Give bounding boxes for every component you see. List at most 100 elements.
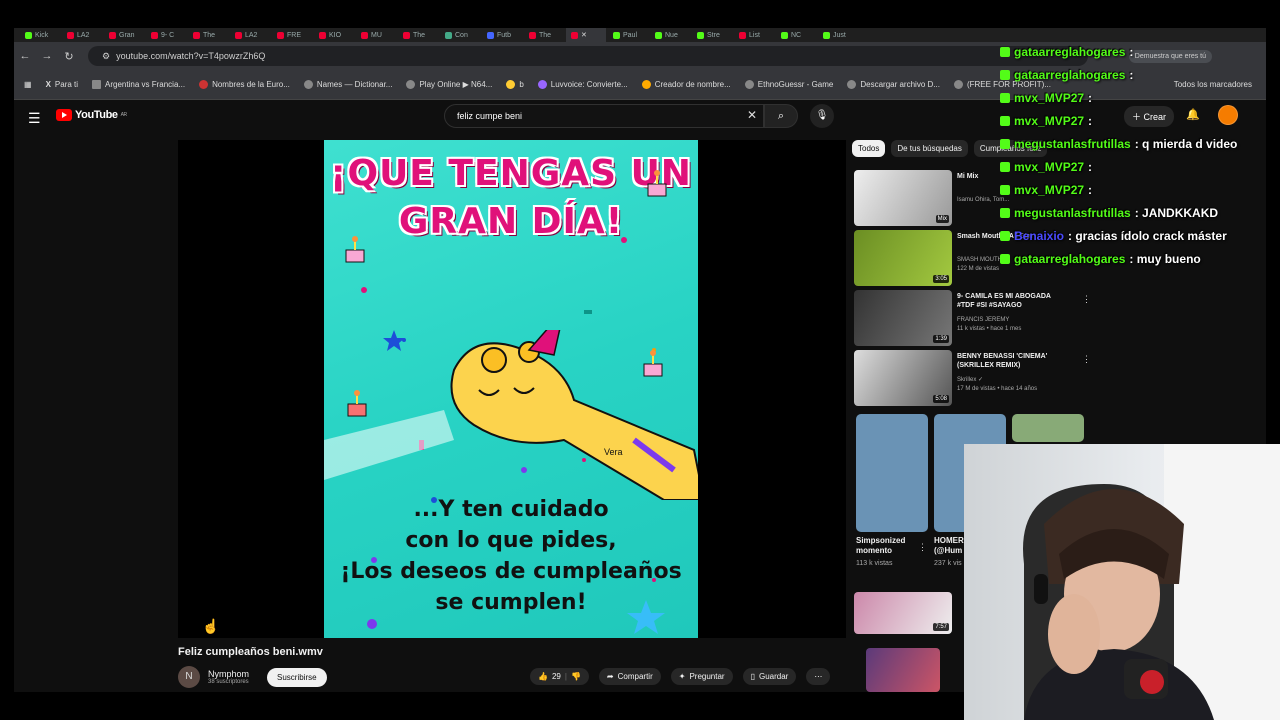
browser-tab[interactable]: Gran bbox=[104, 28, 144, 42]
more-options-icon[interactable]: ⋮ bbox=[1082, 354, 1091, 365]
thumbs-down-icon[interactable]: 👎 bbox=[571, 672, 581, 681]
browser-tab[interactable]: NC bbox=[776, 28, 816, 42]
search-button[interactable]: ⌕ bbox=[764, 104, 798, 128]
url-field[interactable]: ⚙ youtube.com/watch?v=T4powzrZh6Q bbox=[88, 46, 1088, 66]
kick-badge-icon bbox=[1000, 69, 1010, 80]
forward-icon[interactable]: → bbox=[36, 50, 58, 62]
stream-chat-overlay: gataarreglahogares: gataarreglahogares: … bbox=[1000, 40, 1280, 270]
url-text: youtube.com/watch?v=T4powzrZh6Q bbox=[116, 51, 266, 61]
browser-tab[interactable]: LA2 bbox=[230, 28, 270, 42]
reload-icon[interactable]: ↻ bbox=[58, 50, 80, 63]
video-thumbnail: 1:39 bbox=[854, 290, 952, 346]
bookmark[interactable]: Play Online ▶ N64... bbox=[406, 80, 492, 89]
browser-tab[interactable]: LA2 bbox=[62, 28, 102, 42]
chat-message: gataarreglahogares: bbox=[1000, 40, 1280, 63]
bookmark[interactable]: Luvvoice: Convierte... bbox=[537, 80, 628, 89]
kick-badge-icon bbox=[1000, 46, 1010, 57]
chat-message: mvx_MVP27: bbox=[1000, 109, 1280, 132]
webcam-overlay bbox=[964, 444, 1280, 720]
bookmark[interactable]: EthnoGuessr - Game bbox=[744, 80, 833, 89]
youtube-play-icon bbox=[56, 109, 72, 121]
short-title[interactable]: Simpsonized momento bbox=[856, 536, 916, 556]
mic-icon[interactable]: 🎙 bbox=[810, 104, 834, 128]
youtube-logo[interactable]: YouTube AR bbox=[56, 109, 127, 121]
browser-tab[interactable]: Stre bbox=[692, 28, 732, 42]
kick-badge-icon bbox=[1000, 253, 1010, 264]
short-views: 113 k vistas bbox=[856, 560, 893, 567]
apps-icon[interactable]: ▦ bbox=[24, 80, 32, 89]
back-icon[interactable]: ← bbox=[14, 50, 36, 62]
kick-badge-icon bbox=[1000, 230, 1010, 241]
bookmark[interactable]: Descargar archivo D... bbox=[847, 80, 940, 89]
bookmark[interactable]: Names — Dictionar... bbox=[303, 80, 392, 89]
browser-tab[interactable]: The bbox=[398, 28, 438, 42]
bookmark[interactable]: Argentina vs Francia... bbox=[92, 80, 185, 89]
bookmark[interactable]: Creador de nombre... bbox=[641, 80, 731, 89]
chat-message: mvx_MVP27: bbox=[1000, 178, 1280, 201]
video-actions: 👍 29 | 👎 ➦ Compartir ✦ Preguntar ▯ Guardar ⋯ bbox=[530, 668, 831, 685]
bookmark[interactable]: X Para ti bbox=[46, 80, 78, 89]
video-player[interactable]: ¡QUE TENGAS UN GRAN DÍA! Vera ...Y ten c… bbox=[178, 140, 846, 638]
browser-tab[interactable]: Paul bbox=[608, 28, 648, 42]
browser-tab[interactable]: Futb bbox=[482, 28, 522, 42]
save-button[interactable]: ▯ Guardar bbox=[742, 668, 797, 685]
more-options-icon[interactable]: ⋮ bbox=[1082, 294, 1091, 305]
clear-search-icon[interactable]: ✕ bbox=[747, 108, 757, 122]
channel-avatar[interactable]: N bbox=[178, 666, 200, 688]
more-actions-icon[interactable]: ⋯ bbox=[806, 668, 831, 685]
chat-message: megustanlasfrutillas: q mierda d video bbox=[1000, 132, 1280, 155]
recommended-video[interactable]: 5:08 BENNY BENASSI 'CINEMA' (SKRILLEX RE… bbox=[854, 350, 1094, 406]
kick-badge-icon bbox=[1000, 161, 1010, 172]
mouse-cursor-icon: ☝ bbox=[202, 618, 220, 634]
video-thumbnail bbox=[866, 648, 940, 692]
bookmark[interactable]: b bbox=[506, 80, 524, 89]
browser-tab[interactable]: The bbox=[524, 28, 564, 42]
menu-icon[interactable]: ☰ bbox=[28, 110, 41, 127]
browser-tab[interactable]: 9- C bbox=[146, 28, 186, 42]
card-message: ...Y ten cuidado con lo que pides, ¡Los … bbox=[340, 497, 682, 615]
browser-tab[interactable]: Con bbox=[440, 28, 480, 42]
video-title: Feliz cumpleaños beni.wmv bbox=[178, 646, 323, 658]
chat-message: mvx_MVP27: bbox=[1000, 86, 1280, 109]
sparkle-icon: ✦ bbox=[678, 672, 686, 681]
cake-slice-icon bbox=[643, 350, 663, 377]
search-icon: ⌕ bbox=[777, 110, 785, 122]
short-views: 237 k vis bbox=[934, 560, 962, 567]
card-signature: Vera bbox=[604, 447, 623, 457]
channel-row: N Nymphom 38 suscriptores Suscribirse bbox=[178, 666, 327, 688]
chat-message: megustanlasfrutillas: JANDKKAKD bbox=[1000, 201, 1280, 224]
like-button[interactable]: 👍 29 | 👎 bbox=[530, 668, 589, 685]
ask-button[interactable]: ✦ Preguntar bbox=[670, 668, 733, 685]
thumbs-up-icon: 👍 bbox=[538, 672, 548, 681]
browser-tab[interactable]: Nue bbox=[650, 28, 690, 42]
browser-tab[interactable]: FRE bbox=[272, 28, 312, 42]
more-options-icon[interactable]: ⋮ bbox=[918, 542, 927, 553]
birthday-card: ¡QUE TENGAS UN GRAN DÍA! Vera ...Y ten c… bbox=[324, 140, 698, 638]
chat-message: gataarreglahogares: bbox=[1000, 63, 1280, 86]
site-info-icon[interactable]: ⚙ bbox=[102, 51, 110, 62]
short-thumbnail[interactable] bbox=[1012, 414, 1084, 442]
recommended-video[interactable]: 1:39 9- CAMILA ES MI ABOGADA #TDF #SI #S… bbox=[854, 290, 1094, 346]
streamer-webcam-image bbox=[1023, 444, 1280, 720]
chat-message: mvx_MVP27: bbox=[1000, 155, 1280, 178]
browser-tab[interactable]: The bbox=[188, 28, 228, 42]
short-thumbnail[interactable] bbox=[856, 414, 928, 532]
kick-badge-icon bbox=[1000, 184, 1010, 195]
kick-badge-icon bbox=[1000, 92, 1010, 103]
channel-name[interactable]: Nymphom bbox=[208, 669, 249, 679]
kick-badge-icon bbox=[1000, 115, 1010, 126]
browser-tab[interactable]: Just bbox=[818, 28, 858, 42]
bookmark[interactable]: Nombres de la Euro... bbox=[199, 80, 290, 89]
share-button[interactable]: ➦ Compartir bbox=[598, 668, 661, 685]
browser-tab[interactable]: List bbox=[734, 28, 774, 42]
browser-tab[interactable]: MU bbox=[356, 28, 396, 42]
browser-tab-active[interactable]: ✕ bbox=[566, 28, 606, 42]
search-input[interactable]: feliz cumpe beni ✕ bbox=[444, 104, 764, 128]
video-thumbnail: 3:05 bbox=[854, 230, 952, 286]
subscribe-button[interactable]: Suscribirse bbox=[267, 667, 327, 687]
browser-tab[interactable]: Kick bbox=[20, 28, 60, 42]
chip-searches[interactable]: De tus búsquedas bbox=[891, 140, 968, 157]
browser-tab[interactable]: KIO bbox=[314, 28, 354, 42]
chip-all[interactable]: Todos bbox=[852, 140, 886, 157]
video-thumbnail: 5:08 bbox=[854, 350, 952, 406]
